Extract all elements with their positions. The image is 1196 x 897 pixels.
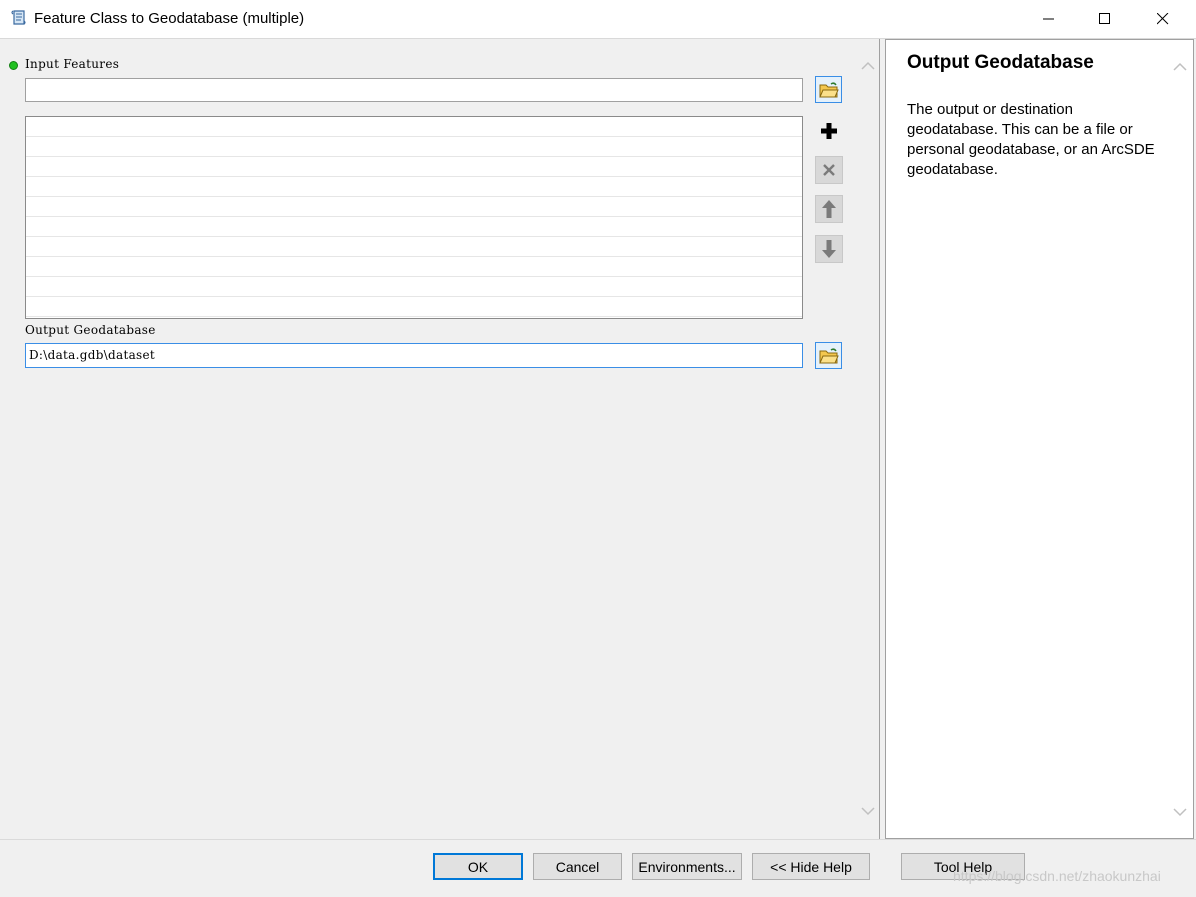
add-icon — [821, 123, 837, 139]
scroll-up-icon[interactable] — [861, 61, 875, 71]
list-item[interactable] — [26, 237, 802, 257]
scroll-down-icon[interactable] — [1173, 807, 1187, 817]
watermark-text: https://blog.csdn.net/zhaokunzhai — [953, 868, 1161, 884]
scroll-up-icon[interactable] — [1173, 62, 1187, 72]
list-item[interactable] — [26, 297, 802, 317]
delete-button[interactable] — [815, 156, 843, 184]
help-title: Output Geodatabase — [907, 52, 1094, 73]
list-item[interactable] — [26, 137, 802, 157]
app-scroll-icon — [9, 8, 29, 28]
output-geodatabase-label: Output Geodatabase — [25, 323, 156, 337]
output-geodatabase-field[interactable]: D:\data.gdb\dataset — [25, 343, 803, 368]
browse-input-button[interactable] — [815, 76, 842, 103]
scroll-down-icon[interactable] — [861, 806, 875, 816]
minimize-button[interactable] — [1020, 0, 1078, 38]
list-item[interactable] — [26, 277, 802, 297]
add-button[interactable] — [815, 117, 843, 145]
parameters-scrollbar[interactable] — [857, 39, 879, 839]
cancel-button[interactable]: Cancel — [533, 853, 622, 880]
required-indicator — [9, 61, 18, 70]
move-down-icon — [822, 240, 836, 258]
list-item[interactable] — [26, 257, 802, 277]
close-icon — [1157, 13, 1169, 25]
minimize-icon — [1043, 18, 1054, 20]
browse-output-button[interactable] — [815, 342, 842, 369]
delete-icon — [823, 164, 835, 176]
help-description: The output or destination geodatabase. T… — [907, 101, 1155, 178]
list-item[interactable] — [26, 157, 802, 177]
move-down-button[interactable] — [815, 235, 843, 263]
list-item[interactable] — [26, 197, 802, 217]
environments-button[interactable]: Environments... — [632, 853, 742, 880]
help-pane: Output Geodatabase The output or destina… — [885, 39, 1194, 839]
ok-button[interactable]: OK — [433, 853, 523, 880]
list-item[interactable] — [26, 217, 802, 237]
hide-help-button[interactable]: << Hide Help — [752, 853, 870, 880]
folder-open-icon — [818, 81, 839, 97]
move-up-button[interactable] — [815, 195, 843, 223]
maximize-button[interactable] — [1076, 0, 1134, 38]
list-item[interactable] — [26, 177, 802, 197]
input-features-list[interactable] — [25, 116, 803, 319]
close-button[interactable] — [1134, 0, 1192, 38]
list-item[interactable] — [26, 117, 802, 137]
folder-open-icon — [818, 347, 839, 363]
input-features-field[interactable] — [25, 78, 803, 102]
window-title: Feature Class to Geodatabase (multiple) — [34, 10, 305, 27]
move-up-icon — [822, 200, 836, 218]
maximize-icon — [1099, 13, 1110, 24]
title-bar: Feature Class to Geodatabase (multiple) — [0, 0, 1196, 39]
input-features-label: Input Features — [25, 57, 120, 71]
